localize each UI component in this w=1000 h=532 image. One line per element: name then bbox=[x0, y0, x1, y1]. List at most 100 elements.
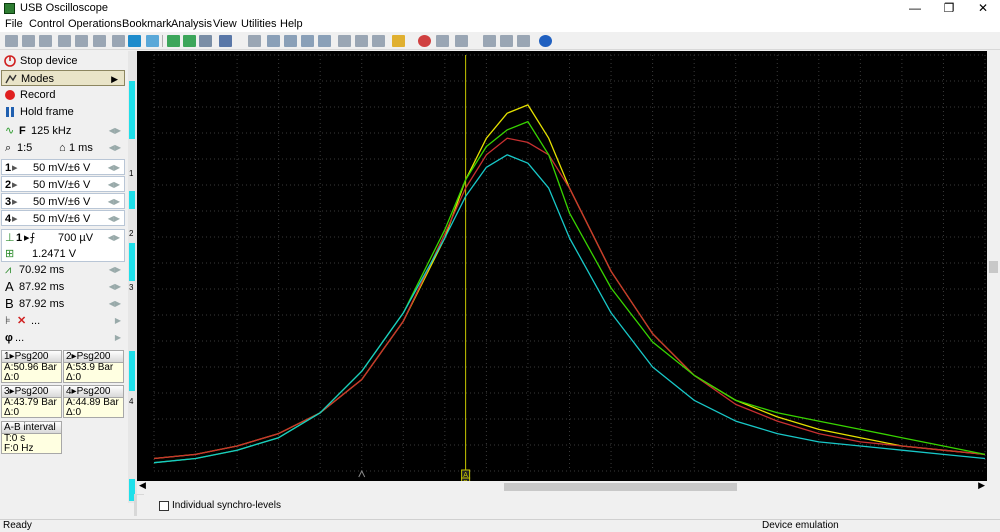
status-device-emulation: Device emulation bbox=[762, 520, 839, 531]
panel-b-icon[interactable] bbox=[500, 35, 513, 47]
vertical-scrollbar[interactable] bbox=[987, 51, 1000, 481]
stepper-arrows-icon[interactable]: ◀▶ bbox=[109, 140, 121, 156]
stepper-arrows-icon[interactable]: ◀▶ bbox=[109, 296, 121, 312]
individual-synchro-checkbox[interactable] bbox=[159, 501, 169, 511]
magnifier-icon: ⌕ bbox=[5, 142, 12, 154]
stepper-arrows-icon[interactable]: ◀▶ bbox=[109, 262, 121, 278]
filter-control[interactable]: ⊧ ✕ ... ▶ bbox=[1, 313, 125, 329]
delay-control[interactable]: ⩘ 70.92 ms ◀▶ bbox=[1, 262, 125, 278]
stepper-arrows-icon[interactable]: ◀▶ bbox=[108, 194, 120, 210]
measurement-ch1[interactable]: 1▸Psg200 A:50.96 Bar Δ:0 bbox=[1, 350, 62, 383]
cursor-b-control[interactable]: B 87.92 ms ◀▶ bbox=[1, 296, 125, 312]
trigger-control[interactable]: ⊥ 1 ▸⨍ 700 µV ⊞ 1.2471 V ◀▶ bbox=[1, 229, 125, 262]
export-icon[interactable] bbox=[93, 35, 106, 47]
waveform-plot[interactable]: AB bbox=[137, 51, 987, 487]
menu-control[interactable]: Control bbox=[29, 18, 64, 30]
menu-utilities[interactable]: Utilities bbox=[241, 18, 276, 30]
zoom-fit-icon[interactable] bbox=[128, 35, 141, 47]
stop-device-button[interactable]: Stop device bbox=[1, 53, 125, 69]
open-icon[interactable] bbox=[5, 35, 18, 47]
help-icon[interactable] bbox=[539, 35, 552, 47]
cursor-a-icon: A bbox=[5, 279, 14, 294]
channel-4-range[interactable]: 4 ▸ 50 mV/±6 V ◀▶ bbox=[1, 210, 125, 226]
ab-interval-box[interactable]: A-B interval T:0 s F:0 Hz bbox=[1, 421, 62, 454]
channel-4-number: 4 bbox=[5, 213, 12, 225]
channel-3-label: 50 mV/±6 V bbox=[33, 196, 91, 208]
display-mode-icon[interactable] bbox=[219, 35, 232, 47]
strip-number-1: 1 bbox=[129, 169, 134, 178]
stepper-arrows-icon[interactable]: ◀▶ bbox=[108, 177, 120, 193]
channel-1-offset-marker[interactable] bbox=[129, 81, 135, 139]
stepper-arrows-icon[interactable]: ◀▶ bbox=[108, 230, 120, 246]
channel-1-label: 50 mV/±6 V bbox=[33, 162, 91, 174]
channel-2-offset-marker[interactable] bbox=[129, 191, 135, 209]
stepper-arrows-icon[interactable]: ◀▶ bbox=[109, 279, 121, 295]
hold-frame-button[interactable]: Hold frame bbox=[1, 104, 125, 120]
submenu-arrow-icon: ▶ bbox=[111, 74, 118, 84]
channels-icon[interactable] bbox=[455, 35, 468, 47]
phase-control[interactable]: φ ... ▶ bbox=[1, 330, 125, 346]
undo-icon[interactable] bbox=[199, 35, 212, 47]
record-button[interactable]: Record bbox=[1, 87, 125, 103]
wave-a-icon[interactable] bbox=[167, 35, 180, 47]
pin-icon[interactable] bbox=[248, 35, 261, 47]
layout-a-icon[interactable] bbox=[338, 35, 351, 47]
menu-help[interactable]: Help bbox=[280, 18, 303, 30]
submenu-arrow-icon[interactable]: ▶ bbox=[115, 330, 121, 346]
channel-3-range[interactable]: 3 ▸ 50 mV/±6 V ◀▶ bbox=[1, 193, 125, 209]
stepper-arrows-icon[interactable]: ◀▶ bbox=[108, 160, 120, 176]
horizontal-scrollbar[interactable]: ◀ ▶ bbox=[137, 480, 987, 493]
layout-b-icon[interactable] bbox=[355, 35, 368, 47]
trigger-level-icon: ⊞ bbox=[5, 248, 15, 260]
channel-3-offset-marker[interactable] bbox=[129, 351, 135, 391]
strip-number-3: 3 bbox=[129, 283, 134, 292]
channel-offset-strip[interactable]: 1 2 3 4 bbox=[128, 51, 137, 503]
menu-bookmark[interactable]: Bookmark bbox=[122, 18, 172, 30]
wave-b-icon[interactable] bbox=[183, 35, 196, 47]
menu-view[interactable]: View bbox=[213, 18, 237, 30]
horizontal-scroll-thumb[interactable] bbox=[504, 483, 737, 491]
record-icon[interactable] bbox=[418, 35, 431, 47]
check-b-icon[interactable] bbox=[284, 35, 297, 47]
scroll-left-icon[interactable]: ◀ bbox=[139, 480, 146, 491]
channel-arrow-icon: ▸ bbox=[12, 213, 18, 225]
maximize-button[interactable]: ❐ bbox=[932, 0, 966, 17]
menu-operations[interactable]: Operations bbox=[68, 18, 122, 30]
stop-device-label: Stop device bbox=[20, 55, 78, 67]
menu-file[interactable]: File bbox=[5, 18, 23, 30]
paste-icon[interactable] bbox=[75, 35, 88, 47]
stepper-arrows-icon[interactable]: ◀▶ bbox=[109, 123, 121, 139]
channel-2-band-marker[interactable] bbox=[129, 243, 135, 281]
marker-icon[interactable] bbox=[112, 35, 125, 47]
copy-icon[interactable] bbox=[58, 35, 71, 47]
channel-1-range[interactable]: 1 ▸ 50 mV/±6 V ◀▶ bbox=[1, 159, 125, 175]
measurement-ch3[interactable]: 3▸Psg200 A:43.79 Bar Δ:0 bbox=[1, 385, 62, 418]
check-d-icon[interactable] bbox=[318, 35, 331, 47]
cursor-a-control[interactable]: A 87.92 ms ◀▶ bbox=[1, 279, 125, 295]
zoom-timebase-control[interactable]: ⌕ 1:5 ⌂ 1 ms ◀▶ bbox=[1, 140, 125, 156]
print-icon[interactable] bbox=[39, 35, 52, 47]
menu-analysis[interactable]: Analysis bbox=[171, 18, 212, 30]
sample-rate-control[interactable]: ∿ F 125 kHz ◀▶ bbox=[1, 123, 125, 139]
close-button[interactable]: ✕ bbox=[966, 0, 1000, 17]
folder-icon[interactable] bbox=[392, 35, 405, 47]
measurement-ch4[interactable]: 4▸Psg200 A:44.89 Bar Δ:0 bbox=[63, 385, 124, 418]
vertical-scroll-thumb[interactable] bbox=[989, 261, 998, 273]
channel-2-label: 50 mV/±6 V bbox=[33, 179, 91, 191]
panel-c-icon[interactable] bbox=[517, 35, 530, 47]
channel-2-range[interactable]: 2 ▸ 50 mV/±6 V ◀▶ bbox=[1, 176, 125, 192]
zoom-area-icon[interactable] bbox=[146, 35, 159, 47]
grid-icon[interactable] bbox=[436, 35, 449, 47]
submenu-arrow-icon[interactable]: ▶ bbox=[115, 313, 121, 329]
measurement-ch2[interactable]: 2▸Psg200 A:53.9 Bar Δ:0 bbox=[63, 350, 124, 383]
scope-display[interactable]: AB bbox=[137, 51, 987, 487]
check-c-icon[interactable] bbox=[301, 35, 314, 47]
stepper-arrows-icon[interactable]: ◀▶ bbox=[108, 211, 120, 227]
panel-a-icon[interactable] bbox=[483, 35, 496, 47]
minimize-button[interactable]: — bbox=[898, 0, 932, 17]
layout-c-icon[interactable] bbox=[372, 35, 385, 47]
check-a-icon[interactable] bbox=[267, 35, 280, 47]
save-icon[interactable] bbox=[22, 35, 35, 47]
modes-button[interactable]: Modes ▶ bbox=[1, 70, 125, 86]
scroll-right-icon[interactable]: ▶ bbox=[978, 480, 985, 491]
